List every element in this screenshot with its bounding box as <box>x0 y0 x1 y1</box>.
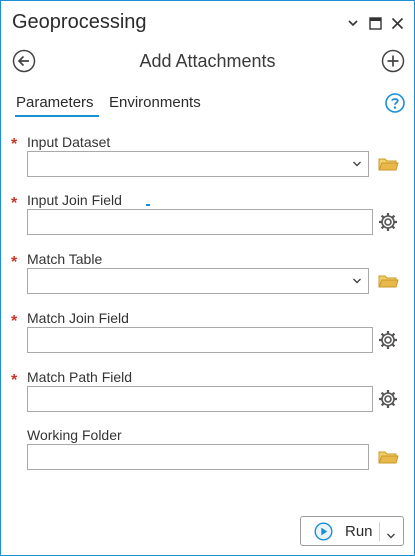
input-dataset-dropdown[interactable] <box>27 151 369 177</box>
pane-title: Geoprocessing <box>12 11 147 33</box>
required-marker: * <box>11 313 18 330</box>
title-bar: Geoprocessing <box>1 1 414 45</box>
folder-icon[interactable] <box>377 446 399 468</box>
add-icon[interactable] <box>381 49 405 73</box>
match-join-field-label: Match Join Field <box>27 310 129 326</box>
chevron-down-icon[interactable] <box>345 15 361 31</box>
working-folder-label: Working Folder <box>27 427 122 443</box>
run-divider <box>379 522 380 541</box>
required-marker: * <box>11 372 18 389</box>
match-join-field-input[interactable] <box>27 327 373 353</box>
match-path-field-input[interactable] <box>27 386 373 412</box>
tab-environments[interactable]: Environments <box>109 94 201 111</box>
gear-icon[interactable] <box>377 211 399 233</box>
folder-icon[interactable] <box>377 270 399 292</box>
gear-icon[interactable] <box>377 388 399 410</box>
play-icon <box>314 522 333 541</box>
required-marker: * <box>11 195 18 212</box>
match-table-dropdown[interactable] <box>27 268 369 294</box>
close-icon[interactable] <box>389 15 405 31</box>
help-icon[interactable] <box>385 93 405 113</box>
folder-icon[interactable] <box>377 153 399 175</box>
tool-title: Add Attachments <box>139 51 276 71</box>
input-dataset-label: Input Dataset <box>27 134 111 150</box>
required-marker: * <box>11 136 18 153</box>
active-tab-indicator <box>15 115 99 117</box>
gear-icon[interactable] <box>377 329 399 351</box>
chevron-down-icon <box>353 278 361 284</box>
working-folder-input[interactable] <box>27 444 369 470</box>
text-caret <box>146 204 150 206</box>
run-button[interactable]: Run <box>300 516 404 546</box>
run-label: Run <box>345 523 373 540</box>
input-join-field-label: Input Join Field <box>27 192 122 208</box>
tab-parameters[interactable]: Parameters <box>16 94 94 111</box>
chevron-down-icon <box>353 161 361 167</box>
match-path-field-label: Match Path Field <box>27 369 133 385</box>
input-join-field-input[interactable] <box>27 209 373 235</box>
required-marker: * <box>11 254 18 271</box>
restore-icon[interactable] <box>367 15 383 31</box>
geoprocessing-pane: Geoprocessing Add Attachments Parameters… <box>0 0 415 556</box>
chevron-down-icon[interactable] <box>386 527 396 539</box>
match-table-label: Match Table <box>27 251 103 267</box>
